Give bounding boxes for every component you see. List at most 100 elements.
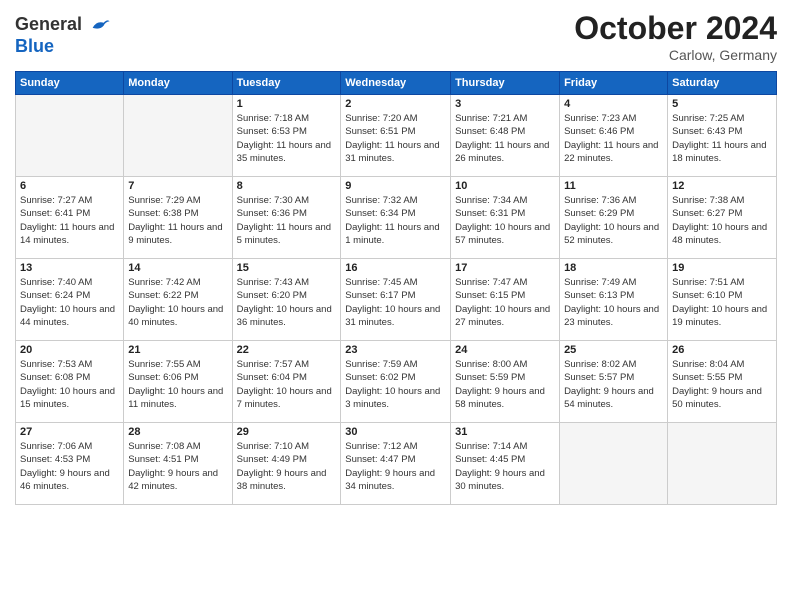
day-info: Sunrise: 7:42 AMSunset: 6:22 PMDaylight:… [128, 276, 227, 329]
calendar-cell: 12 Sunrise: 7:38 AMSunset: 6:27 PMDayligh… [668, 177, 777, 259]
calendar-cell: 29Sunrise: 7:10 AMSunset: 4:49 PMDayligh… [232, 423, 341, 505]
day-info: Sunrise: 7:34 AMSunset: 6:31 PMDaylight:… [455, 194, 555, 247]
day-number: 12 [672, 180, 772, 192]
logo-general: General [15, 15, 111, 37]
day-info: Sunrise: 7:57 AMSunset: 6:04 PMDaylight:… [237, 358, 337, 411]
day-number: 4 [564, 98, 663, 110]
day-number: 31 [455, 426, 555, 438]
day-number: 9 [345, 180, 446, 192]
month-title: October 2024 [574, 10, 777, 47]
title-area: October 2024 Carlow, Germany [574, 10, 777, 63]
day-info: Sunrise: 7:38 AMSunset: 6:27 PMDaylight:… [672, 194, 772, 247]
calendar-cell: 25Sunrise: 8:02 AMSunset: 5:57 PMDayligh… [560, 341, 668, 423]
logo-bird-icon [89, 15, 111, 37]
day-number: 24 [455, 344, 555, 356]
day-info: Sunrise: 7:12 AMSunset: 4:47 PMDaylight:… [345, 440, 446, 493]
day-info: Sunrise: 8:04 AMSunset: 5:55 PMDaylight:… [672, 358, 772, 411]
day-info: Sunrise: 7:43 AMSunset: 6:20 PMDaylight:… [237, 276, 337, 329]
calendar-table: SundayMondayTuesdayWednesdayThursdayFrid… [15, 71, 777, 505]
calendar-cell: 17 Sunrise: 7:47 AMSunset: 6:15 PMDayligh… [451, 259, 560, 341]
day-info: Sunrise: 7:18 AMSunset: 6:53 PMDaylight:… [237, 112, 337, 165]
day-header-monday: Monday [124, 72, 232, 95]
calendar-cell [124, 95, 232, 177]
day-info: Sunrise: 7:55 AMSunset: 6:06 PMDaylight:… [128, 358, 227, 411]
calendar-cell: 22 Sunrise: 7:57 AMSunset: 6:04 PMDayligh… [232, 341, 341, 423]
day-info: Sunrise: 7:40 AMSunset: 6:24 PMDaylight:… [20, 276, 119, 329]
calendar-cell: 5Sunrise: 7:25 AMSunset: 6:43 PMDaylight… [668, 95, 777, 177]
day-number: 16 [345, 262, 446, 274]
calendar-cell [16, 95, 124, 177]
day-info: Sunrise: 7:27 AMSunset: 6:41 PMDaylight:… [20, 194, 119, 247]
calendar-cell: 26 Sunrise: 8:04 AMSunset: 5:55 PMDayligh… [668, 341, 777, 423]
day-info: Sunrise: 7:36 AMSunset: 6:29 PMDaylight:… [564, 194, 663, 247]
day-number: 1 [237, 98, 337, 110]
day-number: 6 [20, 180, 119, 192]
calendar-cell: 19Sunrise: 7:51 AMSunset: 6:10 PMDayligh… [668, 259, 777, 341]
day-number: 29 [237, 426, 337, 438]
calendar-cell: 31 Sunrise: 7:14 AMSunset: 4:45 PMDayligh… [451, 423, 560, 505]
day-number: 8 [237, 180, 337, 192]
day-number: 23 [345, 344, 446, 356]
calendar-container: General Blue October 2024 Carlow, German… [0, 0, 792, 612]
day-info: Sunrise: 7:59 AMSunset: 6:02 PMDaylight:… [345, 358, 446, 411]
day-info: Sunrise: 7:08 AMSunset: 4:51 PMDaylight:… [128, 440, 227, 493]
logo-blue: Blue [15, 37, 111, 55]
day-info: Sunrise: 7:53 AMSunset: 6:08 PMDaylight:… [20, 358, 119, 411]
day-number: 18 [564, 262, 663, 274]
calendar-cell: 20 Sunrise: 7:53 AMSunset: 6:08 PMDayligh… [16, 341, 124, 423]
day-number: 20 [20, 344, 119, 356]
day-info: Sunrise: 7:32 AMSunset: 6:34 PMDaylight:… [345, 194, 446, 247]
calendar-cell: 2 Sunrise: 7:20 AMSunset: 6:51 PMDaylight… [341, 95, 451, 177]
header: General Blue October 2024 Carlow, German… [15, 10, 777, 63]
day-info: Sunrise: 7:45 AMSunset: 6:17 PMDaylight:… [345, 276, 446, 329]
day-info: Sunrise: 7:51 AMSunset: 6:10 PMDaylight:… [672, 276, 772, 329]
day-header-saturday: Saturday [668, 72, 777, 95]
day-header-sunday: Sunday [16, 72, 124, 95]
calendar-cell: 4 Sunrise: 7:23 AMSunset: 6:46 PMDaylight… [560, 95, 668, 177]
day-info: Sunrise: 7:47 AMSunset: 6:15 PMDaylight:… [455, 276, 555, 329]
subtitle: Carlow, Germany [574, 47, 777, 63]
calendar-cell: 30Sunrise: 7:12 AMSunset: 4:47 PMDayligh… [341, 423, 451, 505]
day-number: 26 [672, 344, 772, 356]
day-number: 13 [20, 262, 119, 274]
calendar-cell: 7Sunrise: 7:29 AMSunset: 6:38 PMDaylight… [124, 177, 232, 259]
day-header-tuesday: Tuesday [232, 72, 341, 95]
week-row-4: 20 Sunrise: 7:53 AMSunset: 6:08 PMDayligh… [16, 341, 777, 423]
day-number: 11 [564, 180, 663, 192]
day-number: 7 [128, 180, 227, 192]
day-number: 2 [345, 98, 446, 110]
calendar-cell: 8 Sunrise: 7:30 AMSunset: 6:36 PMDaylight… [232, 177, 341, 259]
day-number: 15 [237, 262, 337, 274]
calendar-cell: 24 Sunrise: 8:00 AMSunset: 5:59 PMDayligh… [451, 341, 560, 423]
day-number: 14 [128, 262, 227, 274]
day-number: 17 [455, 262, 555, 274]
day-info: Sunrise: 7:21 AMSunset: 6:48 PMDaylight:… [455, 112, 555, 165]
calendar-header-row: SundayMondayTuesdayWednesdayThursdayFrid… [16, 72, 777, 95]
day-info: Sunrise: 7:23 AMSunset: 6:46 PMDaylight:… [564, 112, 663, 165]
calendar-cell: 28Sunrise: 7:08 AMSunset: 4:51 PMDayligh… [124, 423, 232, 505]
day-info: Sunrise: 8:00 AMSunset: 5:59 PMDaylight:… [455, 358, 555, 411]
day-number: 22 [237, 344, 337, 356]
day-header-thursday: Thursday [451, 72, 560, 95]
week-row-5: 27 Sunrise: 7:06 AMSunset: 4:53 PMDayligh… [16, 423, 777, 505]
calendar-cell: 14 Sunrise: 7:42 AMSunset: 6:22 PMDayligh… [124, 259, 232, 341]
calendar-cell: 18Sunrise: 7:49 AMSunset: 6:13 PMDayligh… [560, 259, 668, 341]
logo: General Blue [15, 15, 111, 55]
week-row-2: 6 Sunrise: 7:27 AMSunset: 6:41 PMDaylight… [16, 177, 777, 259]
day-info: Sunrise: 7:25 AMSunset: 6:43 PMDaylight:… [672, 112, 772, 165]
calendar-cell: 10 Sunrise: 7:34 AMSunset: 6:31 PMDayligh… [451, 177, 560, 259]
calendar-cell: 16 Sunrise: 7:45 AMSunset: 6:17 PMDayligh… [341, 259, 451, 341]
calendar-cell [560, 423, 668, 505]
day-number: 21 [128, 344, 227, 356]
day-info: Sunrise: 7:14 AMSunset: 4:45 PMDaylight:… [455, 440, 555, 493]
day-info: Sunrise: 7:20 AMSunset: 6:51 PMDaylight:… [345, 112, 446, 165]
calendar-cell: 21 Sunrise: 7:55 AMSunset: 6:06 PMDayligh… [124, 341, 232, 423]
day-info: Sunrise: 7:06 AMSunset: 4:53 PMDaylight:… [20, 440, 119, 493]
day-info: Sunrise: 7:30 AMSunset: 6:36 PMDaylight:… [237, 194, 337, 247]
calendar-cell: 3Sunrise: 7:21 AMSunset: 6:48 PMDaylight… [451, 95, 560, 177]
day-number: 27 [20, 426, 119, 438]
day-header-wednesday: Wednesday [341, 72, 451, 95]
day-number: 10 [455, 180, 555, 192]
calendar-cell: 6 Sunrise: 7:27 AMSunset: 6:41 PMDaylight… [16, 177, 124, 259]
day-header-friday: Friday [560, 72, 668, 95]
